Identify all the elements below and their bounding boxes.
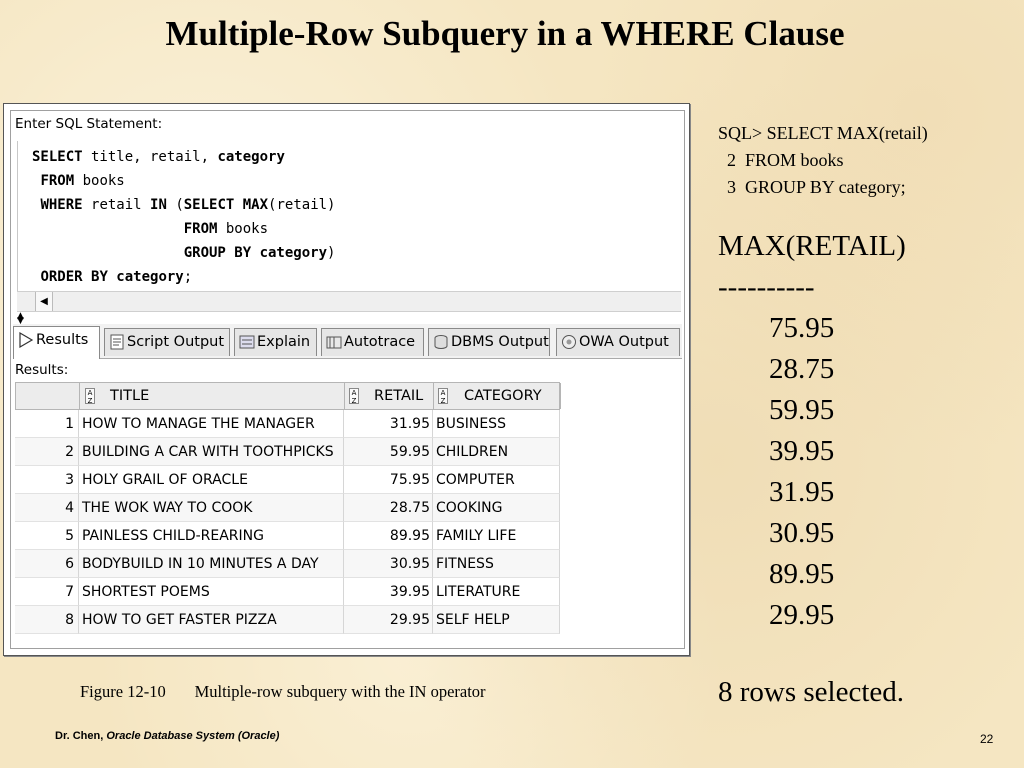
tab-dbms-output[interactable]: DBMS Output [428,328,550,356]
category-cell[interactable]: CHILDREN [433,438,560,466]
title-cell[interactable]: PAINLESS CHILD-REARING [79,522,344,550]
row-number-cell[interactable]: 1 [15,410,79,438]
sqlplus-value: 39.95 [769,435,835,467]
code-line-4: FROM books [183,221,269,237]
code-line-2: FROM books [40,173,125,189]
figure-text: Multiple-row subquery with the IN operat… [194,682,486,701]
sqlplus-value: 31.95 [769,476,835,508]
sqlplus-value: 75.95 [769,312,835,344]
title-cell[interactable]: BODYBUILD IN 10 MINUTES A DAY [79,550,344,578]
retail-cell[interactable]: 31.95 [344,410,433,438]
explain-icon [239,335,255,349]
retail-cell[interactable]: 89.95 [344,522,433,550]
sqlplus-query-line: 3 GROUP BY category; [718,177,906,197]
retail-cell[interactable]: 30.95 [344,550,433,578]
title-cell[interactable]: SHORTEST POEMS [79,578,344,606]
dbms-icon [434,335,448,349]
script-icon [110,334,124,350]
row-number-cell[interactable]: 6 [15,550,79,578]
retail-cell[interactable]: 29.95 [344,606,433,634]
category-cell[interactable]: FAMILY LIFE [433,522,560,550]
worksheet-panel: Enter SQL Statement: SELECT title, retai… [10,110,685,649]
enter-sql-label: Enter SQL Statement: [15,116,163,132]
row-number-cell[interactable]: 5 [15,522,79,550]
category-cell[interactable]: FITNESS [433,550,560,578]
code-line-5: GROUP BY category) [183,245,336,261]
title-cell[interactable]: BUILDING A CAR WITH TOOTHPICKS [79,438,344,466]
sqlplus-value: 30.95 [769,517,835,549]
retail-cell[interactable]: 39.95 [344,578,433,606]
row-number-cell[interactable]: 4 [15,494,79,522]
scroll-left-icon[interactable]: ◀ [35,292,53,311]
code-line-3: WHERE retail IN (SELECT MAX(retail) [40,197,336,213]
sqlplus-column-header: MAX(RETAIL) [718,230,906,262]
sqlplus-value: 28.75 [769,353,835,385]
sqlplus-values: 75.95 28.75 59.95 39.95 31.95 30.95 89.95 29.95 [718,308,906,636]
results-label: Results: [15,362,69,378]
title-cell[interactable]: HOLY GRAIL OF ORACLE [79,466,344,494]
code-line-6: ORDER BY category; [40,269,193,285]
code-line-1: SELECT title, retail, category [32,149,285,165]
footer-credit: Dr. Chen, Oracle Database System (Oracle… [55,730,280,742]
category-cell[interactable]: SELF HELP [433,606,560,634]
autotrace-icon [326,336,342,349]
horizontal-scrollbar[interactable]: ◀ [17,291,681,312]
retail-cell[interactable]: 59.95 [344,438,433,466]
retail-cell[interactable]: 28.75 [344,494,433,522]
table-row[interactable]: 1 HOW TO MANAGE THE MANAGER 31.95 BUSINESS [15,410,560,438]
sort-icon[interactable]: AZ [438,388,448,405]
sql-editor[interactable]: SELECT title, retail, category FROM book… [17,141,686,293]
column-header-title[interactable]: AZ TITLE [80,383,345,409]
rows-selected-message: 8 rows selected. [718,676,905,708]
category-cell[interactable]: BUSINESS [433,410,560,438]
row-number-cell[interactable]: 8 [15,606,79,634]
category-cell[interactable]: LITERATURE [433,578,560,606]
output-tab-bar: Results Script Output Explain Autotrace … [13,324,682,359]
figure-number: Figure 12-10 [80,682,166,701]
sqlplus-query-line: SQL> SELECT MAX(retail) [718,123,928,143]
sql-developer-window: Enter SQL Statement: SELECT title, retai… [3,103,690,656]
tab-explain[interactable]: Explain [234,328,317,356]
owa-icon [562,335,576,349]
sqlplus-value: 89.95 [769,558,835,590]
tab-autotrace[interactable]: Autotrace [321,328,424,356]
row-number-header [16,383,80,409]
title-cell[interactable]: HOW TO GET FASTER PIZZA [79,606,344,634]
sqlplus-query: SQL> SELECT MAX(retail) 2 FROM books 3 G… [718,120,928,201]
sqlplus-value: 29.95 [769,599,835,631]
title-cell[interactable]: THE WOK WAY TO COOK [79,494,344,522]
column-header-category[interactable]: AZ CATEGORY [434,383,561,409]
play-icon [19,332,34,348]
row-number-cell[interactable]: 3 [15,466,79,494]
row-number-cell[interactable]: 7 [15,578,79,606]
row-number-cell[interactable]: 2 [15,438,79,466]
category-cell[interactable]: COOKING [433,494,560,522]
figure-caption: Figure 12-10 Multiple-row subquery with … [80,682,486,702]
slide-title: Multiple-Row Subquery in a WHERE Clause [165,14,845,53]
table-row[interactable]: 8 HOW TO GET FASTER PIZZA 29.95 SELF HELP [15,606,560,634]
page-number: 22 [980,732,994,746]
sqlplus-output: MAX(RETAIL) ---------- 75.95 28.75 59.95 39.9… [718,226,906,636]
sqlplus-query-line: 2 FROM books [718,150,844,170]
sort-icon[interactable]: AZ [349,388,359,405]
category-cell[interactable]: COMPUTER [433,466,560,494]
title-cell[interactable]: HOW TO MANAGE THE MANAGER [79,410,344,438]
splitter-arrows-icon[interactable]: ▲ ▼ [17,312,24,326]
table-row[interactable]: 3 HOLY GRAIL OF ORACLE 75.95 COMPUTER [15,466,560,494]
table-row[interactable]: 7 SHORTEST POEMS 39.95 LITERATURE [15,578,560,606]
column-header-retail[interactable]: AZ RETAIL [345,383,434,409]
tab-results[interactable]: Results [13,326,100,359]
table-row[interactable]: 6 BODYBUILD IN 10 MINUTES A DAY 30.95 FITNE… [15,550,560,578]
grid-header: AZ TITLE AZ RETAIL AZ CATEGORY [15,382,561,410]
tab-script-output[interactable]: Script Output [104,328,230,356]
retail-cell[interactable]: 75.95 [344,466,433,494]
sqlplus-value: 59.95 [769,394,835,426]
sqlplus-underline: ---------- [718,271,815,303]
table-row[interactable]: 5 PAINLESS CHILD-REARING 89.95 FAMILY LIFE [15,522,560,550]
sort-icon[interactable]: AZ [85,388,95,405]
tab-owa-output[interactable]: OWA Output [556,328,680,356]
table-row[interactable]: 4 THE WOK WAY TO COOK 28.75 COOKING [15,494,560,522]
table-row[interactable]: 2 BUILDING A CAR WITH TOOTHPICKS 59.95 CHIL… [15,438,560,466]
